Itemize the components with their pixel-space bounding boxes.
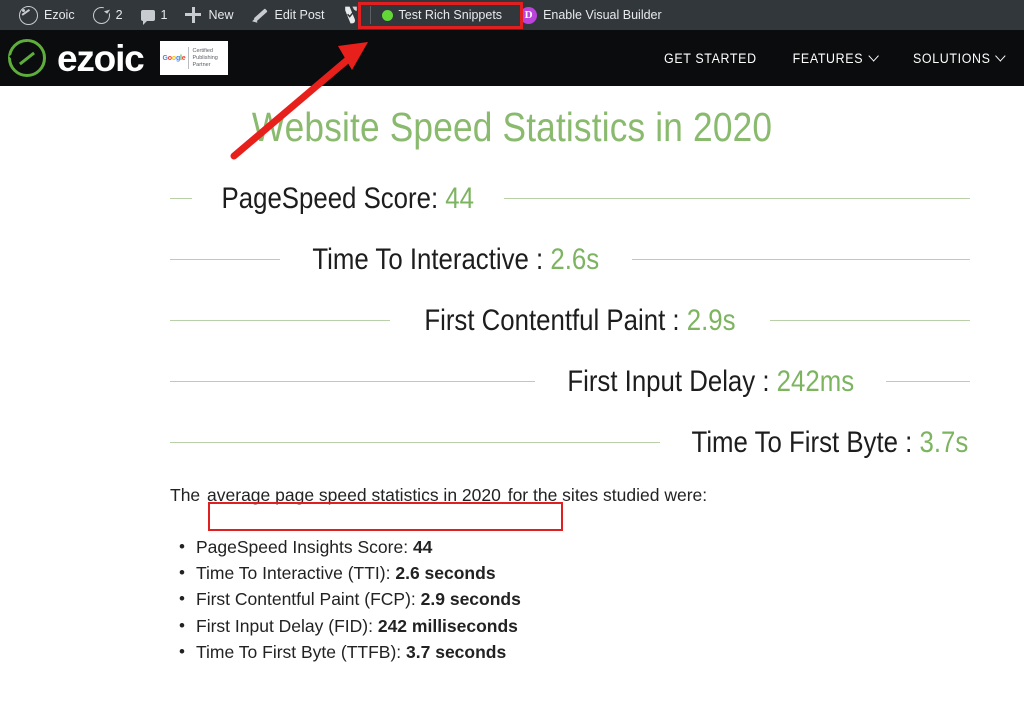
admin-bar-item-yoast[interactable] bbox=[334, 0, 368, 30]
stat-label-pagespeed-score: PageSpeed Score: 44 bbox=[221, 181, 475, 215]
admin-bar-item-test-rich-snippets-label: Test Rich Snippets bbox=[398, 8, 503, 22]
lead-paragraph: The average page speed statistics in 202… bbox=[170, 485, 707, 506]
speed-stats-list: PageSpeed Score: 44 Time To Interactive … bbox=[170, 168, 970, 473]
chevron-down-icon bbox=[995, 50, 1006, 62]
nav-item-get-started-label: GET STARTED bbox=[664, 50, 758, 66]
site-logo[interactable]: ezoic Google Certified Publishing Partne… bbox=[0, 39, 228, 77]
stat-value-pagespeed-score: 44 bbox=[445, 181, 475, 215]
nav-item-features[interactable]: FEATURES bbox=[780, 50, 890, 66]
ezoic-speedometer-icon bbox=[19, 5, 38, 25]
badge-text-line2: Publishing bbox=[192, 54, 218, 61]
pencil-icon bbox=[252, 7, 269, 24]
list-item-label: First Input Delay (FID): bbox=[196, 615, 378, 636]
admin-bar-item-updates[interactable]: 2 bbox=[84, 0, 132, 30]
list-item-label: Time To First Byte (TTFB): bbox=[196, 641, 407, 662]
plus-icon bbox=[185, 6, 202, 24]
green-status-dot-icon bbox=[381, 9, 393, 21]
admin-bar-item-comments[interactable]: 1 bbox=[132, 0, 177, 30]
stat-row-first-input-delay: First Input Delay : 242ms bbox=[170, 351, 970, 412]
admin-bar-item-edit-post[interactable]: Edit Post bbox=[243, 0, 334, 30]
stat-rule-left bbox=[170, 442, 660, 443]
admin-bar-item-ezoic[interactable]: Ezoic bbox=[10, 0, 84, 30]
list-item-label: Time To Interactive (TTI): bbox=[196, 563, 396, 584]
list-item: PageSpeed Insights Score: 44 bbox=[179, 534, 521, 560]
badge-text-line1: Certified bbox=[192, 47, 213, 54]
wp-admin-bar: Ezoic 2 1 New Edit Post Test Rich Snippe… bbox=[0, 0, 1024, 30]
google-logotype: Google bbox=[162, 54, 186, 62]
list-item-label: PageSpeed Insights Score: bbox=[196, 537, 413, 557]
badge-text-line3: Partner bbox=[192, 61, 211, 68]
list-item-value: 3.7 seconds bbox=[406, 641, 507, 662]
nav-item-solutions-label: SOLUTIONS bbox=[912, 50, 991, 66]
ezoic-logo-mark-icon bbox=[8, 39, 46, 77]
yoast-seo-icon bbox=[343, 6, 359, 24]
stat-value-time-to-interactive: 2.6s bbox=[550, 242, 600, 276]
badge-divider bbox=[188, 47, 190, 69]
stat-rule-right bbox=[769, 320, 970, 321]
admin-bar-item-updates-count: 2 bbox=[115, 8, 123, 22]
stat-rule-right bbox=[503, 198, 970, 199]
list-item-label: First Contentful Paint (FCP): bbox=[196, 589, 421, 610]
main-navigation: GET STARTED FEATURES SOLUTIONS bbox=[646, 50, 1024, 66]
stat-rule-left bbox=[170, 259, 280, 260]
divi-d-icon: D bbox=[520, 6, 538, 24]
comment-bubble-icon bbox=[140, 10, 155, 25]
stat-rule-right bbox=[886, 381, 970, 382]
admin-bar-item-enable-visual-builder[interactable]: D Enable Visual Builder bbox=[511, 0, 671, 30]
list-item-value: 242 milliseconds bbox=[377, 615, 518, 636]
site-header: ezoic Google Certified Publishing Partne… bbox=[0, 30, 1024, 86]
nav-item-features-label: FEATURES bbox=[792, 50, 864, 66]
list-item: Time To First Byte (TTFB): 3.7 seconds bbox=[179, 639, 521, 665]
list-item-value: 44 bbox=[412, 537, 433, 557]
admin-bar-item-new-label: New bbox=[208, 8, 234, 22]
stat-rule-left bbox=[170, 198, 192, 199]
stat-label-first-contentful-paint: First Contentful Paint : 2.9s bbox=[424, 303, 736, 337]
speed-metrics-bullet-list: PageSpeed Insights Score: 44 Time To Int… bbox=[173, 534, 521, 665]
admin-bar-item-test-rich-snippets[interactable]: Test Rich Snippets bbox=[373, 0, 512, 30]
nav-item-get-started[interactable]: GET STARTED bbox=[651, 51, 769, 66]
lead-text-after: for the sites studied were: bbox=[502, 485, 708, 505]
stat-rule-right bbox=[631, 259, 970, 260]
ezoic-wordmark: ezoic bbox=[57, 37, 145, 79]
stat-value-time-to-first-byte: 3.7s bbox=[919, 425, 969, 459]
list-item: Time To Interactive (TTI): 2.6 seconds bbox=[179, 560, 521, 586]
admin-bar-item-ezoic-label: Ezoic bbox=[44, 8, 75, 22]
stat-label-time-to-interactive: Time To Interactive : 2.6s bbox=[312, 242, 600, 276]
article-content: Website Speed Statistics in 2020 PageSpe… bbox=[0, 86, 1024, 712]
nav-item-solutions[interactable]: SOLUTIONS bbox=[900, 50, 1017, 66]
stat-label-first-input-delay: First Input Delay : 242ms bbox=[567, 364, 855, 398]
admin-bar-item-comments-count: 1 bbox=[160, 8, 168, 22]
chevron-down-icon bbox=[868, 50, 879, 62]
stat-label-time-to-first-byte: Time To First Byte : 3.7s bbox=[691, 425, 969, 459]
stat-row-time-to-interactive: Time To Interactive : 2.6s bbox=[170, 229, 970, 290]
stat-row-first-contentful-paint: First Contentful Paint : 2.9s bbox=[170, 290, 970, 351]
page-title: Website Speed Statistics in 2020 bbox=[251, 104, 773, 150]
stat-row-pagespeed-score: PageSpeed Score: 44 bbox=[170, 168, 970, 229]
stat-value-first-input-delay: 242ms bbox=[776, 364, 855, 398]
google-certified-publishing-partner-badge: Google Certified Publishing Partner bbox=[159, 41, 228, 75]
list-item-value: 2.6 seconds bbox=[395, 563, 496, 584]
stat-rule-left bbox=[170, 381, 535, 382]
stat-row-time-to-first-byte: Time To First Byte : 3.7s bbox=[170, 412, 970, 473]
list-item: First Contentful Paint (FCP): 2.9 second… bbox=[179, 586, 521, 612]
list-item: First Input Delay (FID): 242 millisecond… bbox=[179, 613, 521, 639]
updates-refresh-icon bbox=[92, 6, 110, 24]
lead-highlighted-phrase: average page speed statistics in 2020 bbox=[207, 485, 501, 505]
admin-bar-separator bbox=[369, 6, 371, 24]
stat-value-first-contentful-paint: 2.9s bbox=[686, 303, 736, 337]
admin-bar-item-new[interactable]: New bbox=[176, 0, 242, 30]
admin-bar-item-enable-visual-builder-label: Enable Visual Builder bbox=[543, 8, 662, 22]
list-item-value: 2.9 seconds bbox=[420, 589, 521, 610]
stat-rule-left bbox=[170, 320, 390, 321]
admin-bar-item-edit-post-label: Edit Post bbox=[274, 8, 325, 22]
lead-text-before: The bbox=[170, 485, 206, 505]
badge-text: Certified Publishing Partner bbox=[192, 48, 217, 69]
